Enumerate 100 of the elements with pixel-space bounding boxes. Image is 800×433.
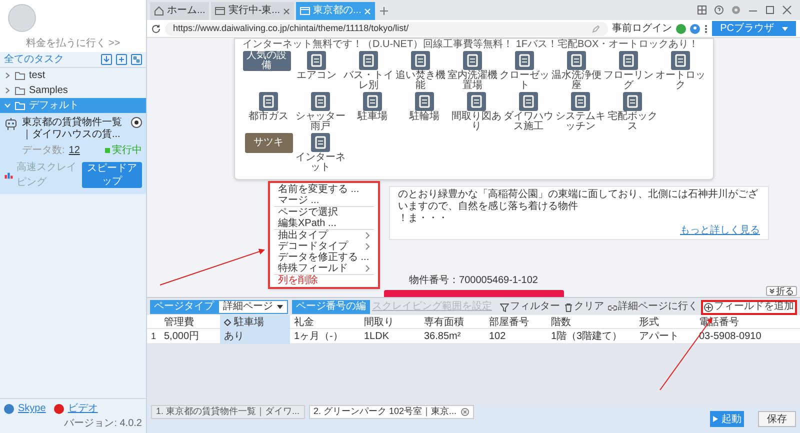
menu-item[interactable]: ページで選択 xyxy=(270,207,378,218)
task-tab[interactable]: 1. 東京都の賃貸物件一覧｜ダイワ... xyxy=(151,405,305,419)
column-header[interactable]: 形式 xyxy=(635,315,695,330)
description-text: のとおり緑豊かな「高稲荷公園」の東端に面しており、北側には石神井川がございますので、自然を感じ落ち着ける物件 xyxy=(398,189,759,213)
column-header[interactable]: 部屋番号 xyxy=(485,315,547,330)
category-badge: サツキ xyxy=(244,133,292,153)
chart-icon xyxy=(4,170,13,180)
upgrade-link[interactable]: 料金を払うに行く >> xyxy=(26,36,120,51)
facility-icon xyxy=(363,92,382,111)
toolbar-button[interactable]: クリア xyxy=(563,300,605,314)
close-icon xyxy=(460,408,469,416)
facility-label: 駐車場 xyxy=(356,112,388,122)
save-button[interactable]: 保存 xyxy=(758,411,796,427)
login-button[interactable]: 事前ログイン xyxy=(612,21,672,36)
browser-tab[interactable]: 実行中-東... xyxy=(211,2,294,20)
table-cell-text: 03-5908-0910 xyxy=(698,330,762,344)
home-icon xyxy=(154,6,164,16)
add-task-icon[interactable] xyxy=(116,54,127,65)
browser-tab[interactable]: ホーム... xyxy=(150,2,210,20)
menu-item[interactable]: デコードタイプ xyxy=(270,241,378,252)
menu-item[interactable]: マージ ... xyxy=(270,195,378,206)
facility-icon xyxy=(415,92,434,111)
task-card[interactable]: 東京都の賃貸物件一覧｜ダイワハウスの賃... データ数: 12 実行中 高速スクレイピング スピードアップ xyxy=(0,113,146,194)
page-icon xyxy=(215,6,226,16)
facility-icon xyxy=(307,51,326,70)
facility-icon xyxy=(671,51,690,70)
facility-label: 都市ガス xyxy=(248,112,290,122)
play-icon xyxy=(712,416,718,422)
column-header[interactable]: 礼金 xyxy=(290,315,360,330)
column-header[interactable]: 管理費 xyxy=(160,315,220,330)
chevron-down-icon xyxy=(769,288,775,294)
trash-icon xyxy=(564,302,573,312)
chevron-down-icon xyxy=(4,102,11,109)
facility-label: システムキッチン xyxy=(554,112,606,132)
facility-label: ダイワハウス施工 xyxy=(502,112,554,132)
column-header[interactable]: 階数 xyxy=(547,315,635,330)
caret-icon xyxy=(782,26,788,30)
menu-item[interactable]: 列を削除 xyxy=(270,275,378,286)
pencil-icon[interactable] xyxy=(592,24,600,32)
facility-label: 追い焚き機能 xyxy=(394,71,446,91)
sidebar-title: 全てのタスク xyxy=(4,53,64,67)
menu-item[interactable]: 名前を変更する ... xyxy=(270,184,378,195)
table-cell-text: 1ヶ月（-） xyxy=(293,330,344,344)
page-icon xyxy=(300,6,310,16)
folder-item[interactable]: test xyxy=(0,68,146,83)
menu-item[interactable]: データを修正する ... xyxy=(270,252,378,263)
plus-circle-icon xyxy=(704,302,713,312)
facility-label: エアコン xyxy=(296,71,338,81)
help-icon[interactable] xyxy=(714,5,724,15)
facility-label: 間取り図あり xyxy=(450,112,502,132)
facility-icon xyxy=(519,92,538,111)
close-icon[interactable] xyxy=(283,8,290,14)
close-icon[interactable] xyxy=(782,5,792,15)
address-field[interactable]: https://www.daiwaliving.co.jp/chintai/theme/11118/tokyo/list/ xyxy=(165,22,608,36)
person-icon[interactable] xyxy=(690,24,700,34)
speed-up-button[interactable]: スピードアップ xyxy=(82,162,142,188)
mode-label: 高速スクレイピング xyxy=(16,160,78,190)
column-header[interactable]: 専有面積 xyxy=(420,315,485,330)
toolbar-button[interactable]: フィルター xyxy=(499,300,561,314)
maximize-icon[interactable] xyxy=(765,5,775,15)
collapse-button[interactable]: 折る xyxy=(766,286,797,296)
stop-icon[interactable] xyxy=(131,117,142,128)
facility-icon xyxy=(571,92,590,111)
grid-icon[interactable] xyxy=(697,5,707,15)
facility-icon xyxy=(311,133,330,152)
column-header[interactable]: 駐車場 xyxy=(220,315,290,330)
settings-icon[interactable] xyxy=(731,5,741,15)
facility-icon xyxy=(623,92,642,111)
page-type-select[interactable]: 詳細ページ xyxy=(218,300,288,314)
link-icon xyxy=(608,302,617,312)
plus-icon[interactable] xyxy=(379,6,390,16)
menu-item[interactable]: 特殊フィールド xyxy=(270,263,378,274)
menu-item[interactable]: 編集XPath ... xyxy=(270,218,378,229)
task-status: 実行中 xyxy=(112,144,142,158)
facility-icon xyxy=(567,51,586,70)
facility-icon xyxy=(259,92,278,111)
reload-icon[interactable] xyxy=(151,24,161,34)
facility-icon xyxy=(467,92,486,111)
table-cell-text: 36.85m² xyxy=(423,330,462,344)
footer-link[interactable]: Skype xyxy=(18,401,46,416)
toolbar-button[interactable]: 詳細ページに行く xyxy=(607,300,699,314)
more-icon[interactable] xyxy=(704,24,708,34)
more-link[interactable]: もっと詳しく見る xyxy=(680,225,760,237)
grid-icon[interactable] xyxy=(131,54,142,65)
version-label: バージョン: 4.0.2 xyxy=(64,417,142,431)
footer-link[interactable]: ビデオ xyxy=(68,401,98,416)
facility-label: 駐輪場 xyxy=(408,112,440,122)
globe-icon[interactable] xyxy=(676,24,686,34)
facility-label: シャッター雨戸 xyxy=(294,112,346,132)
avatar xyxy=(8,4,36,32)
task-tab[interactable]: 2. グリーンパーク 102号室｜東京... xyxy=(308,405,474,419)
folder-item[interactable]: Samples xyxy=(0,83,146,98)
count-link[interactable]: 12 xyxy=(68,143,80,158)
facility-label: 宅配ボックス xyxy=(606,112,658,132)
facility-label: フローリング xyxy=(602,71,654,91)
facility-icon xyxy=(411,51,430,70)
import-icon[interactable] xyxy=(101,54,112,65)
column-header[interactable]: 間取り xyxy=(360,315,420,330)
menu-item[interactable]: 抽出タイプ xyxy=(270,230,378,241)
toolbar-button[interactable]: フィールドを追加 xyxy=(701,300,797,314)
